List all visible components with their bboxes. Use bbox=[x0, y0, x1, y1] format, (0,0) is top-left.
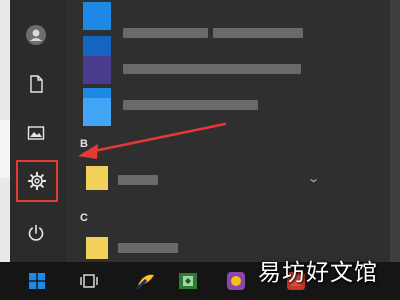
app-icon bbox=[227, 272, 245, 290]
task-view-icon bbox=[80, 274, 98, 288]
app-icon bbox=[179, 273, 197, 289]
watermark: 易坊好文馆 bbox=[258, 260, 378, 286]
start-button[interactable] bbox=[22, 262, 52, 300]
task-view-button[interactable] bbox=[74, 262, 104, 300]
taskbar-app[interactable] bbox=[130, 262, 162, 300]
desktop-edge bbox=[390, 0, 400, 262]
windows-start-icon bbox=[29, 273, 45, 289]
taskbar-app[interactable] bbox=[172, 262, 204, 300]
app-icon bbox=[135, 274, 154, 291]
